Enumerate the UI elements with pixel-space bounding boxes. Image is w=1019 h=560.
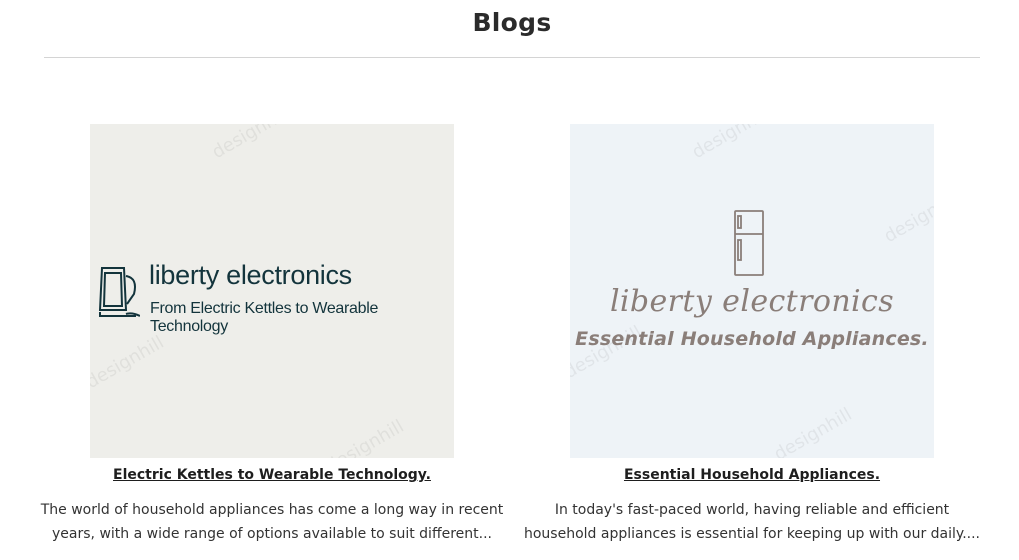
blog-title-link[interactable]: Essential Household Appliances.: [510, 467, 994, 483]
watermark: designhill: [770, 403, 856, 458]
logo-subtitle: Essential Household Appliances.: [575, 328, 929, 350]
page-title: Blogs: [472, 8, 552, 37]
excerpt-line: In today's fast-paced world, having reli…: [554, 502, 950, 518]
blog-thumbnail[interactable]: designhill designhill designhill liberty…: [90, 124, 454, 458]
watermark: designhill: [208, 124, 294, 164]
refrigerator-icon: [734, 210, 764, 276]
title-divider: [44, 57, 980, 58]
blog-thumbnail[interactable]: designhill designhill designhill designh…: [570, 124, 934, 458]
watermark: designhill: [90, 331, 168, 394]
excerpt-line: household appliances is essential for ke…: [523, 526, 980, 542]
blog-excerpt: The world of household appliances has co…: [40, 498, 504, 546]
blog-card-appliances[interactable]: designhill designhill designhill designh…: [524, 124, 980, 542]
kettle-icon: [98, 267, 140, 317]
watermark: designhill: [688, 124, 774, 164]
excerpt-line: The world of household appliances has co…: [40, 502, 504, 518]
logo-title: liberty electronics: [149, 260, 352, 290]
watermark: designhill: [322, 415, 408, 458]
blog-card-kettles[interactable]: designhill designhill designhill liberty…: [41, 124, 503, 542]
blog-excerpt: In today's fast-paced world, having reli…: [520, 498, 984, 546]
watermark: designhill: [880, 185, 934, 248]
excerpt-line: years, with a wide range of options avai…: [52, 526, 492, 542]
logo-title: liberty electronics: [609, 284, 895, 319]
blog-title-link[interactable]: Electric Kettles to Wearable Technology.: [30, 467, 514, 483]
logo-subtitle: From Electric Kettles to Wearable Techno…: [150, 300, 379, 335]
